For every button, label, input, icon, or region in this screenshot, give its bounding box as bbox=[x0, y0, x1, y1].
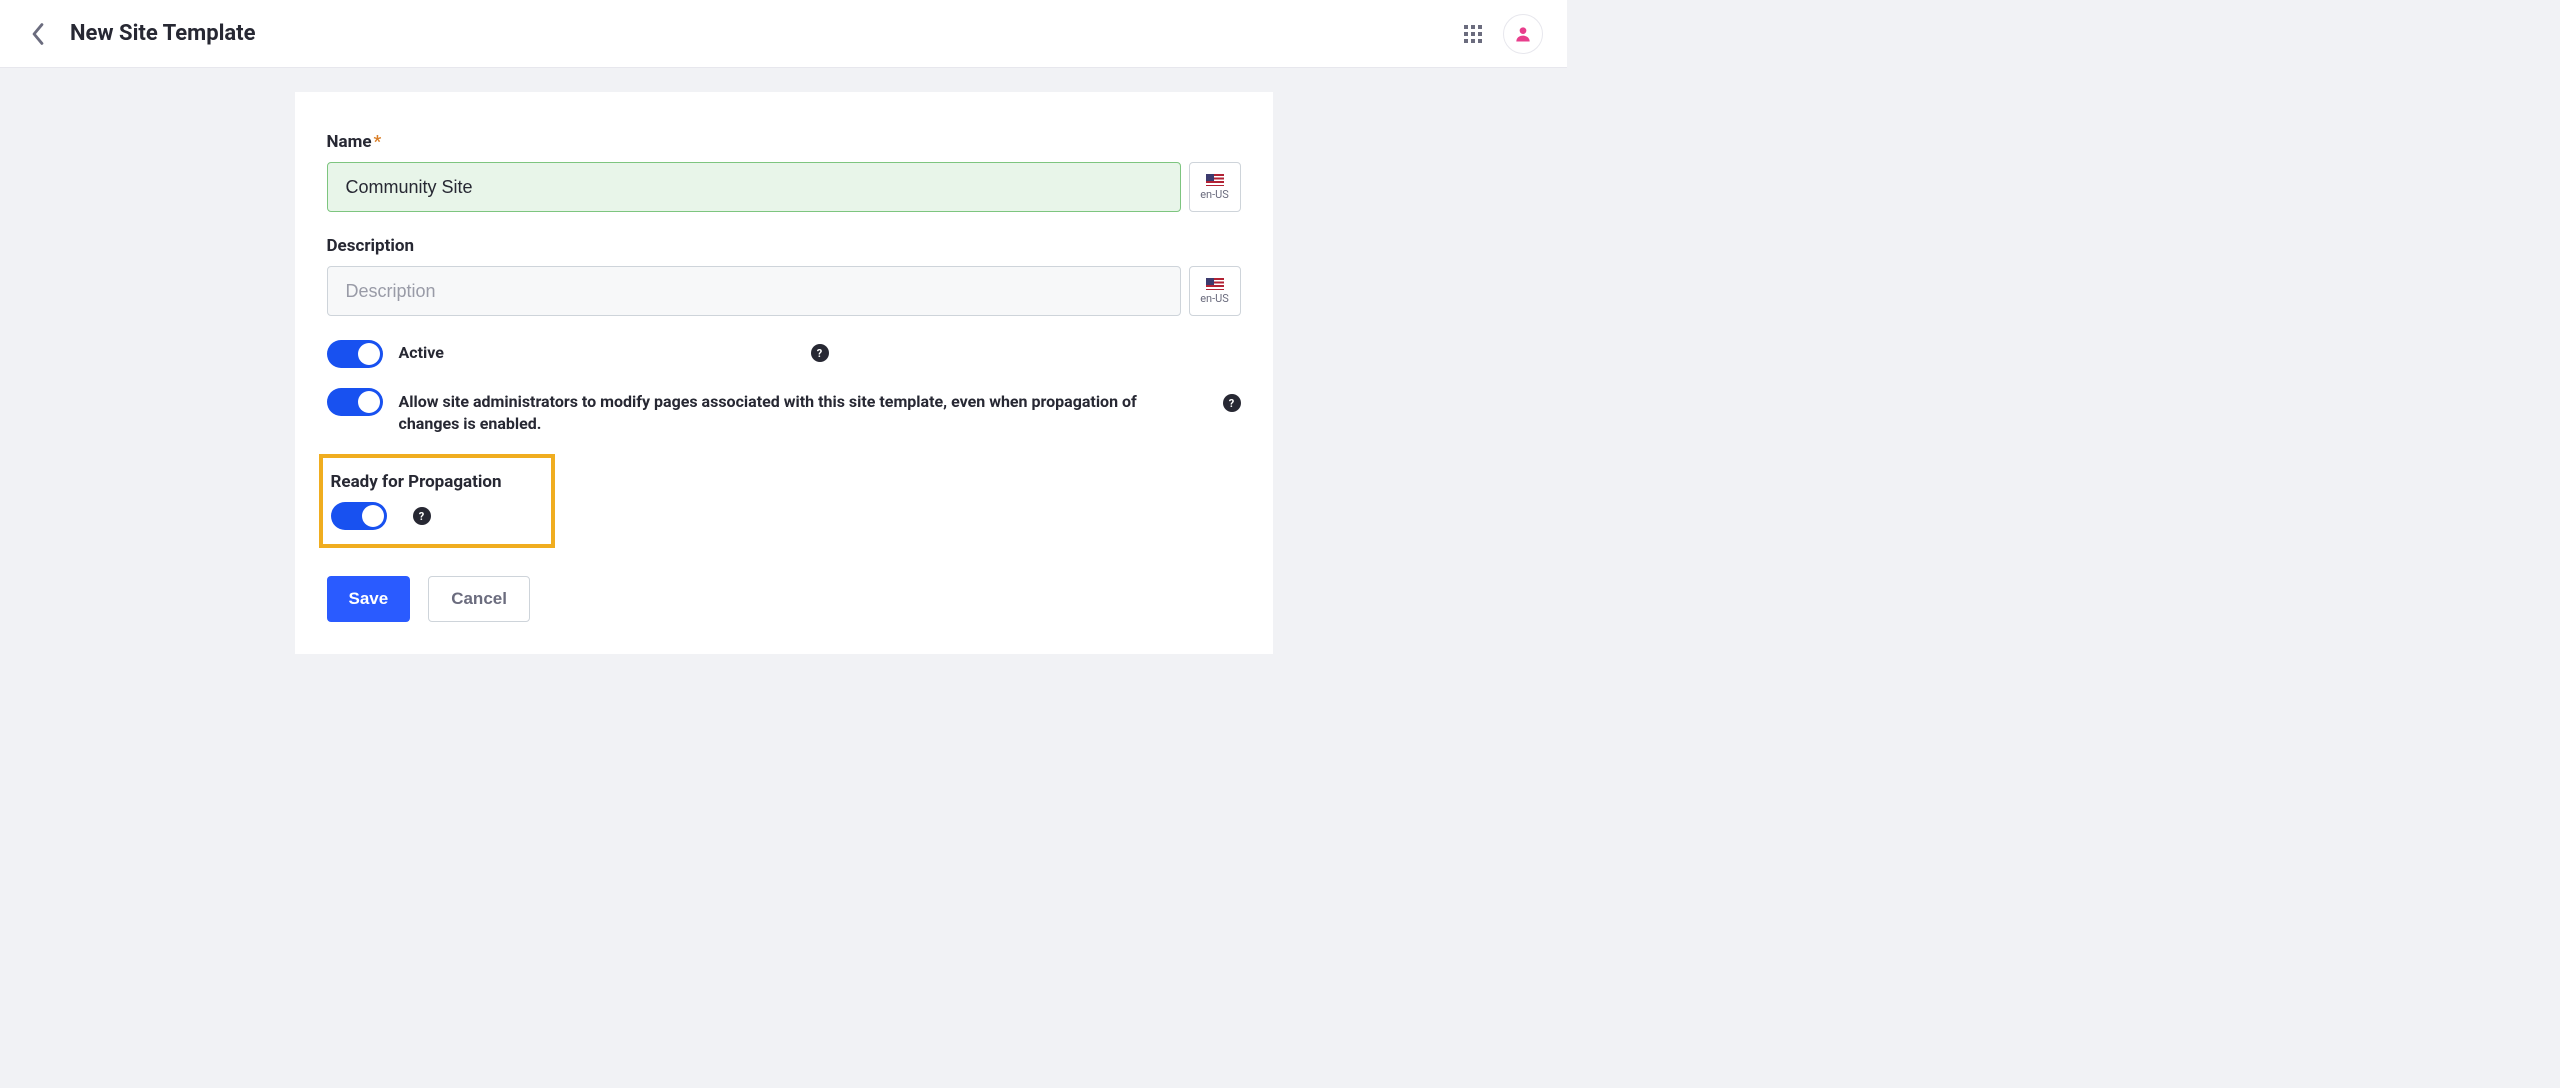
page-title: New Site Template bbox=[70, 21, 256, 46]
user-avatar[interactable] bbox=[1503, 14, 1543, 54]
allow-modify-toggle[interactable] bbox=[327, 388, 383, 416]
propagation-help-icon[interactable]: ? bbox=[413, 507, 431, 525]
content-area: Name* en-US Description en-US bbox=[0, 68, 1567, 678]
allow-modify-help-icon[interactable]: ? bbox=[1223, 394, 1241, 412]
form-panel: Name* en-US Description en-US bbox=[295, 92, 1273, 654]
description-locale-button[interactable]: en-US bbox=[1189, 266, 1241, 316]
propagation-label: Ready for Propagation bbox=[331, 472, 537, 492]
description-field-row: en-US bbox=[327, 266, 1241, 316]
required-star: * bbox=[374, 132, 382, 152]
active-toggle[interactable] bbox=[327, 340, 383, 368]
topbar-right bbox=[1459, 14, 1543, 54]
name-label: Name* bbox=[327, 132, 1241, 152]
active-label: Active bbox=[399, 340, 795, 362]
description-label: Description bbox=[327, 236, 1241, 256]
allow-modify-label: Allow site administrators to modify page… bbox=[399, 388, 1139, 434]
topbar: New Site Template bbox=[0, 0, 1567, 68]
active-help-icon[interactable]: ? bbox=[811, 344, 829, 362]
name-locale-button[interactable]: en-US bbox=[1189, 162, 1241, 212]
locale-code: en-US bbox=[1200, 188, 1229, 201]
description-input[interactable] bbox=[327, 266, 1181, 316]
propagation-toggle[interactable] bbox=[331, 502, 387, 530]
flag-us-icon bbox=[1206, 278, 1224, 290]
chevron-left-icon bbox=[31, 23, 45, 45]
name-label-text: Name bbox=[327, 132, 372, 152]
apps-menu-button[interactable] bbox=[1459, 20, 1487, 48]
active-toggle-row: Active ? bbox=[327, 340, 1241, 368]
save-button[interactable]: Save bbox=[327, 576, 411, 622]
back-button[interactable] bbox=[24, 20, 52, 48]
button-row: Save Cancel bbox=[327, 576, 1241, 622]
allow-modify-toggle-row: Allow site administrators to modify page… bbox=[327, 388, 1241, 434]
name-field-row: en-US bbox=[327, 162, 1241, 212]
locale-code: en-US bbox=[1200, 292, 1229, 305]
name-input[interactable] bbox=[327, 162, 1181, 212]
propagation-toggle-row: ? bbox=[331, 502, 537, 530]
flag-us-icon bbox=[1206, 174, 1224, 186]
cancel-button[interactable]: Cancel bbox=[428, 576, 530, 622]
name-field-group: Name* en-US bbox=[327, 132, 1241, 212]
user-icon bbox=[1513, 24, 1533, 44]
description-field-group: Description en-US bbox=[327, 236, 1241, 316]
propagation-highlight-box: Ready for Propagation ? bbox=[319, 454, 555, 548]
topbar-left: New Site Template bbox=[24, 20, 256, 48]
grid-icon bbox=[1464, 25, 1482, 43]
